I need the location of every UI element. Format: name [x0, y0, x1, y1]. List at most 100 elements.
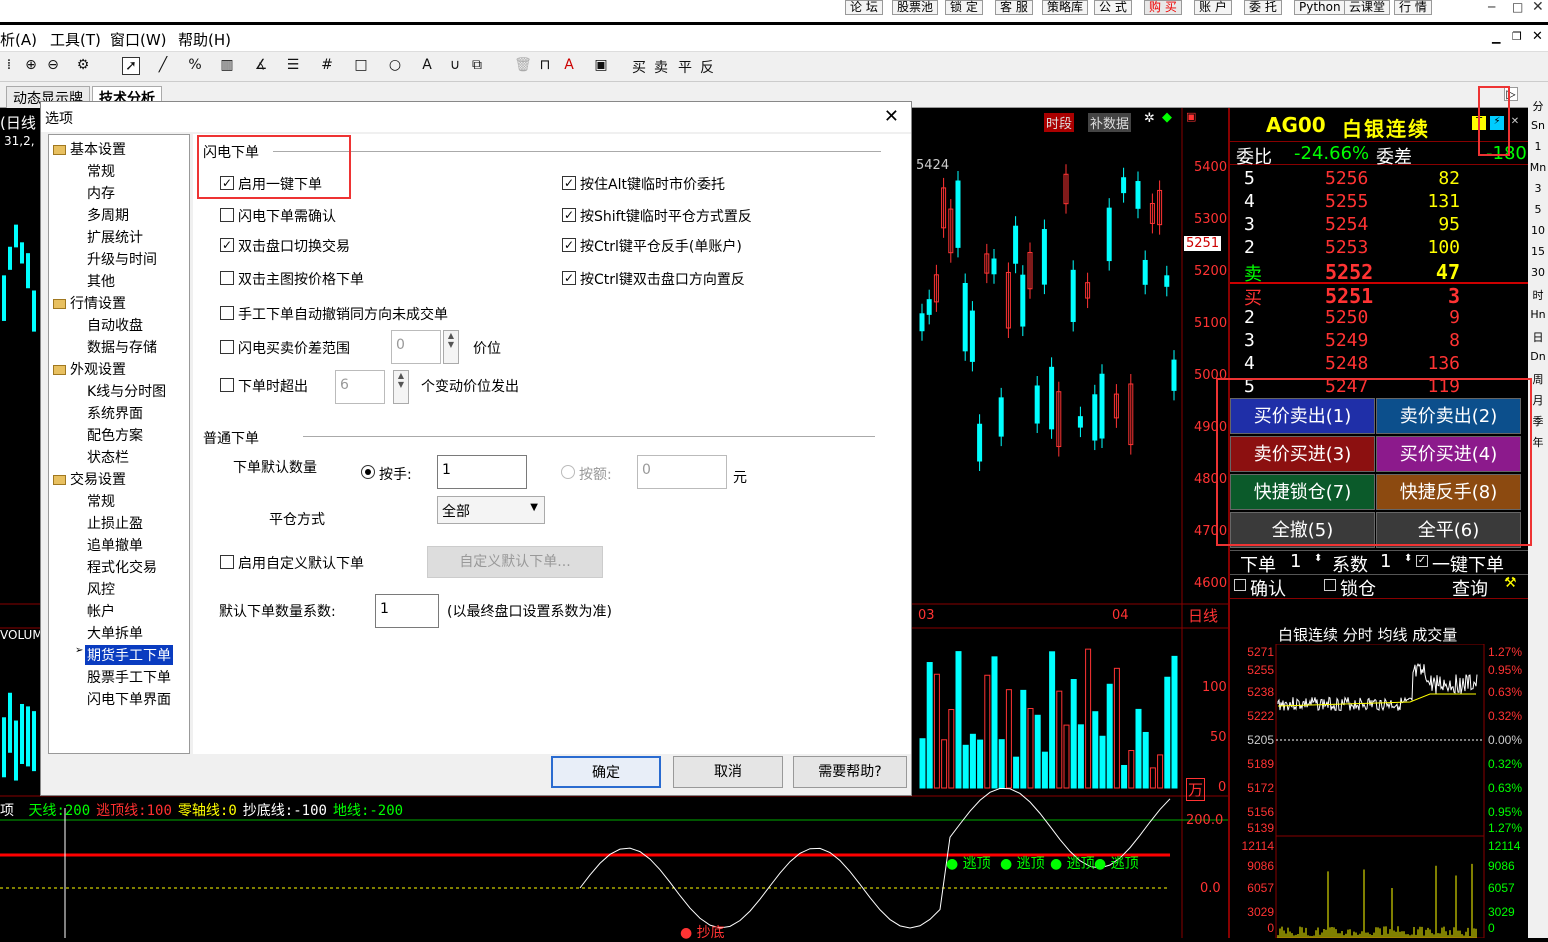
flash-right-checkbox-1[interactable]: ✓ [562, 208, 576, 222]
top-button-10[interactable]: 云课堂 [1344, 0, 1391, 15]
tree-group[interactable]: 行情设置 [53, 293, 126, 313]
tree-item[interactable]: 程式化交易 [87, 557, 157, 577]
tree-item[interactable]: 其他 [87, 271, 115, 291]
tree-item[interactable]: 帐户 [87, 601, 115, 621]
tree-group[interactable]: 外观设置 [53, 359, 126, 379]
zoom-in-icon[interactable]: ⊕ [22, 57, 40, 73]
period-11[interactable]: 日 [1528, 329, 1548, 345]
top-button-4[interactable]: 策略库 [1042, 0, 1089, 15]
menu-window[interactable]: 窗口(W) [110, 29, 167, 50]
period-3[interactable]: Mn [1528, 161, 1548, 174]
flash-right-checkbox-2[interactable]: ✓ [562, 238, 576, 252]
toolbar-buy[interactable]: 买 [630, 57, 648, 77]
period-0[interactable]: 分 [1528, 98, 1548, 114]
tree-item[interactable]: 股票手工下单 [87, 667, 171, 687]
dialog-close-icon[interactable]: ✕ [884, 106, 899, 127]
angle-tool-icon[interactable]: ∡ [252, 57, 270, 73]
cursor-icon[interactable]: ➚ [122, 57, 140, 75]
period-6[interactable]: 10 [1528, 224, 1548, 237]
minimize-icon[interactable]: ─ [1488, 0, 1495, 14]
flash-left-checkbox-1[interactable] [220, 208, 234, 222]
period-4[interactable]: 3 [1528, 182, 1548, 195]
magnet-icon[interactable]: ∪ [446, 57, 464, 73]
spread-input[interactable]: 0 [391, 330, 441, 364]
mdi-close-icon[interactable]: ✕ [1532, 29, 1543, 44]
tree-item[interactable]: 扩展统计 [87, 227, 143, 247]
by-amount-input[interactable]: 0 [637, 455, 727, 489]
close-mode-select[interactable]: 全部 ▼ [437, 496, 545, 524]
tree-item[interactable]: 常规 [87, 161, 115, 181]
by-hand-radio[interactable] [361, 465, 375, 479]
top-button-11[interactable]: 行 情 [1394, 0, 1432, 15]
hash-tool-icon[interactable]: # [318, 57, 336, 73]
top-button-9[interactable]: Python [1294, 0, 1346, 15]
period-10[interactable]: Hn [1528, 308, 1548, 321]
tree-item[interactable]: 数据与存储 [87, 337, 157, 357]
lock-checkbox[interactable] [1324, 579, 1336, 591]
percent-tool-icon[interactable]: % [186, 57, 204, 73]
flash-right-checkbox-3[interactable]: ✓ [562, 271, 576, 285]
asks-row[interactable]: 2 5253 100 [1230, 237, 1530, 260]
zoom-out-icon[interactable]: ⊖ [44, 57, 62, 73]
mdi-minimize-icon[interactable]: ▁ [1492, 31, 1500, 44]
period-2[interactable]: 1 [1528, 140, 1548, 153]
mdi-restore-icon[interactable]: ❐ [1512, 30, 1522, 43]
tree-item[interactable]: 升级与时间 [87, 249, 157, 269]
flash-left-checkbox-2[interactable]: ✓ [220, 238, 234, 252]
tree-item[interactable]: 多周期 [87, 205, 129, 225]
top-button-8[interactable]: 委 托 [1244, 0, 1282, 15]
tree-item[interactable]: 风控 [87, 579, 115, 599]
top-button-6[interactable]: 购 买 [1144, 0, 1182, 15]
by-amount-radio[interactable] [561, 465, 575, 479]
top-button-3[interactable]: 客 服 [995, 0, 1033, 15]
toolbar-reverse[interactable]: 反 [698, 57, 716, 77]
qty-spin-icon[interactable]: ⬍ [1314, 553, 1322, 564]
parallel-tool-icon[interactable]: ☰ [284, 57, 302, 73]
tree-item[interactable]: 常规 [87, 491, 115, 511]
toolbar-sell[interactable]: 卖 [652, 57, 670, 77]
text-tool-icon[interactable]: A [418, 57, 436, 73]
spread-checkbox[interactable] [220, 340, 234, 354]
settings-icon[interactable]: ⚙ [74, 57, 92, 73]
tree-group[interactable]: 基本设置 [53, 139, 126, 159]
asks-row[interactable]: 卖 5252 47 [1230, 260, 1530, 285]
maximize-icon[interactable]: □ [1512, 0, 1523, 14]
top-button-0[interactable]: 论 坛 [845, 0, 883, 15]
confirm-checkbox[interactable] [1234, 579, 1246, 591]
auto-cancel-checkbox[interactable] [220, 306, 234, 320]
tree-item[interactable]: K线与分时图 [87, 381, 166, 401]
tree-item[interactable]: 系统界面 [87, 403, 143, 423]
tools-icon[interactable]: ⚒ [1504, 575, 1517, 591]
period-7[interactable]: 15 [1528, 245, 1548, 258]
period-12[interactable]: Dn [1528, 350, 1548, 363]
custom-default-button[interactable]: 自定义默认下单... [427, 546, 603, 578]
tree-item[interactable]: 内存 [87, 183, 115, 203]
circle-tool-icon[interactable]: ○ [386, 57, 404, 73]
bids-row[interactable]: 2 5250 9 [1230, 307, 1530, 330]
top-button-1[interactable]: 股票池 [892, 0, 939, 15]
delete-icon[interactable]: 🗑 [514, 57, 532, 73]
spread-spinner[interactable]: ▲ ▼ [443, 330, 459, 364]
exceed-checkbox[interactable] [220, 378, 234, 392]
custom-default-checkbox[interactable] [220, 555, 234, 569]
tree-item[interactable]: 大单拆单 [87, 623, 143, 643]
bids-row[interactable]: 买 5251 3 [1230, 284, 1530, 309]
tree-item[interactable]: 期货手工下单 [85, 645, 173, 665]
grid-tool-icon[interactable]: ▥ [218, 57, 236, 73]
asks-row[interactable]: 3 5254 95 [1230, 214, 1530, 237]
top-button-5[interactable]: 公 式 [1094, 0, 1132, 15]
ok-button[interactable]: 确定 [551, 756, 661, 788]
tree-item[interactable]: 闪电下单界面 [87, 689, 171, 709]
menu-tools[interactable]: 工具(T) [50, 29, 101, 50]
color-icon[interactable]: A [560, 57, 578, 73]
close-icon[interactable]: ✕ [1532, 0, 1544, 15]
order-qty-value[interactable]: 1 [1290, 551, 1301, 572]
menu-analysis[interactable]: 析(A) [0, 29, 37, 50]
tree-item[interactable]: 状态栏 [87, 447, 129, 467]
tree-item[interactable]: 配色方案 [87, 425, 143, 445]
coef-input[interactable]: 1 [375, 594, 439, 628]
rect-tool-icon[interactable]: □ [352, 57, 370, 73]
x-icon[interactable]: ✕ [1508, 116, 1522, 130]
period-8[interactable]: 30 [1528, 266, 1548, 279]
asks-row[interactable]: 5 5256 82 [1230, 168, 1530, 191]
